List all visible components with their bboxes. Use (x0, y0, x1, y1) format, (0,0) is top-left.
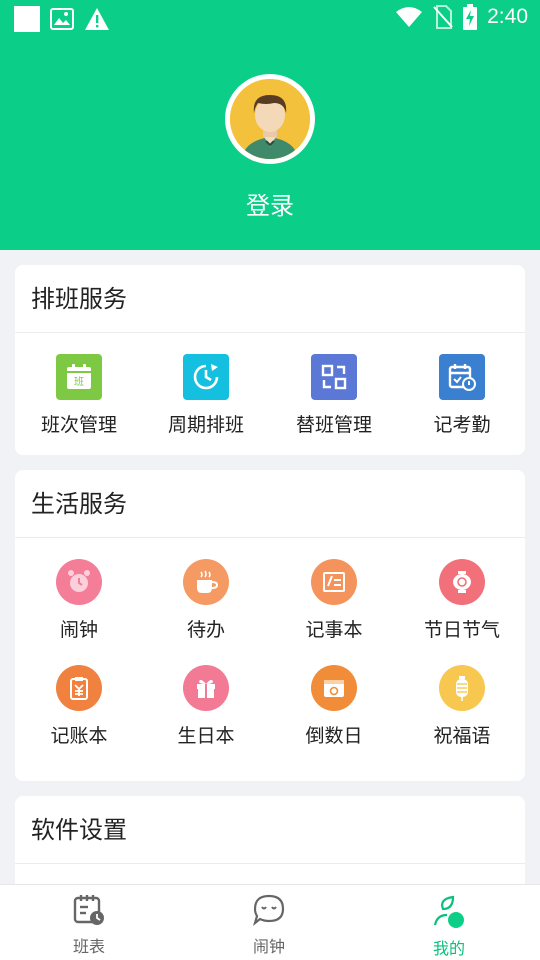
yuan-clipboard-icon (56, 665, 102, 711)
blessings-item[interactable]: 祝福语 (398, 665, 526, 748)
shift-glyph: 班 (74, 376, 84, 388)
notepad-icon (311, 559, 357, 605)
item-label: 班次管理 (40, 414, 117, 436)
item-label: 祝福语 (433, 725, 491, 747)
alarm-clock-icon (56, 559, 102, 605)
image-icon (50, 8, 74, 30)
scheduling-services-card: 排班服务 班 班次管理 周期排班 替班管理 记考勤 (15, 265, 525, 455)
lantern-festival-icon (439, 559, 485, 605)
section-title: 生活服务 (15, 470, 525, 538)
notification-square-icon (14, 6, 40, 32)
nav-schedule-tab[interactable]: 班表 (29, 893, 149, 957)
todo-item[interactable]: 待办 (142, 559, 270, 642)
calendar-shift-icon: 班 (56, 354, 102, 400)
nav-mine-tab[interactable]: 我的 (389, 893, 509, 959)
nav-label: 我的 (432, 939, 465, 958)
profile-header: 2:40 登录 (0, 0, 540, 250)
section-title: 软件设置 (15, 796, 525, 864)
item-label: 待办 (186, 619, 225, 641)
attendance-calendar-icon (439, 354, 485, 400)
section-title: 排班服务 (15, 265, 525, 333)
item-label: 倒数日 (305, 725, 363, 747)
coffee-cup-icon (183, 559, 229, 605)
countdown-calendar-icon (311, 665, 357, 711)
item-label: 闹钟 (59, 619, 98, 641)
life-services-card: 生活服务 闹钟 待办 记事本 节日节气 记账本 生日本 倒数日 祝福语 (15, 470, 525, 781)
item-label: 替班管理 (295, 414, 372, 436)
cycle-clock-icon (183, 354, 229, 400)
substitute-management-item[interactable]: 替班管理 (270, 354, 398, 437)
user-avatar-icon (230, 79, 310, 159)
nav-alarm-tab[interactable]: 闹钟 (209, 893, 329, 957)
nav-label: 班表 (72, 937, 105, 956)
item-label: 记事本 (305, 619, 363, 641)
wifi-icon (396, 7, 423, 27)
swap-icon (311, 354, 357, 400)
nav-label: 闹钟 (252, 937, 285, 956)
shift-management-item[interactable]: 班 班次管理 (15, 354, 143, 437)
chat-clock-icon (252, 894, 285, 927)
item-label: 周期排班 (167, 414, 244, 436)
login-link[interactable]: 登录 (0, 186, 540, 221)
festivals-item[interactable]: 节日节气 (398, 559, 526, 642)
gift-icon (183, 665, 229, 711)
notepad-item[interactable]: 记事本 (270, 559, 398, 642)
avatar[interactable] (225, 74, 315, 164)
birthday-item[interactable]: 生日本 (142, 665, 270, 748)
item-label: 节日节气 (423, 619, 500, 641)
status-time: 2:40 (487, 5, 528, 28)
account-book-item[interactable]: 记账本 (15, 665, 143, 748)
status-bar: 2:40 (0, 0, 540, 38)
item-label: 记考勤 (433, 414, 491, 436)
warning-icon (85, 8, 109, 30)
attendance-item[interactable]: 记考勤 (398, 354, 526, 437)
schedule-icon (73, 895, 104, 925)
item-label: 生日本 (177, 725, 235, 747)
alarm-item[interactable]: 闹钟 (15, 559, 143, 642)
no-sim-icon (433, 5, 453, 29)
battery-charging-icon (463, 4, 478, 30)
item-label: 记账本 (50, 725, 108, 747)
profile-leaf-icon (433, 895, 464, 928)
cycle-scheduling-item[interactable]: 周期排班 (142, 354, 270, 437)
lantern-icon (439, 665, 485, 711)
countdown-item[interactable]: 倒数日 (270, 665, 398, 748)
software-settings-card[interactable]: 软件设置 (15, 796, 525, 896)
bottom-nav: 班表 闹钟 我的 (0, 884, 540, 960)
